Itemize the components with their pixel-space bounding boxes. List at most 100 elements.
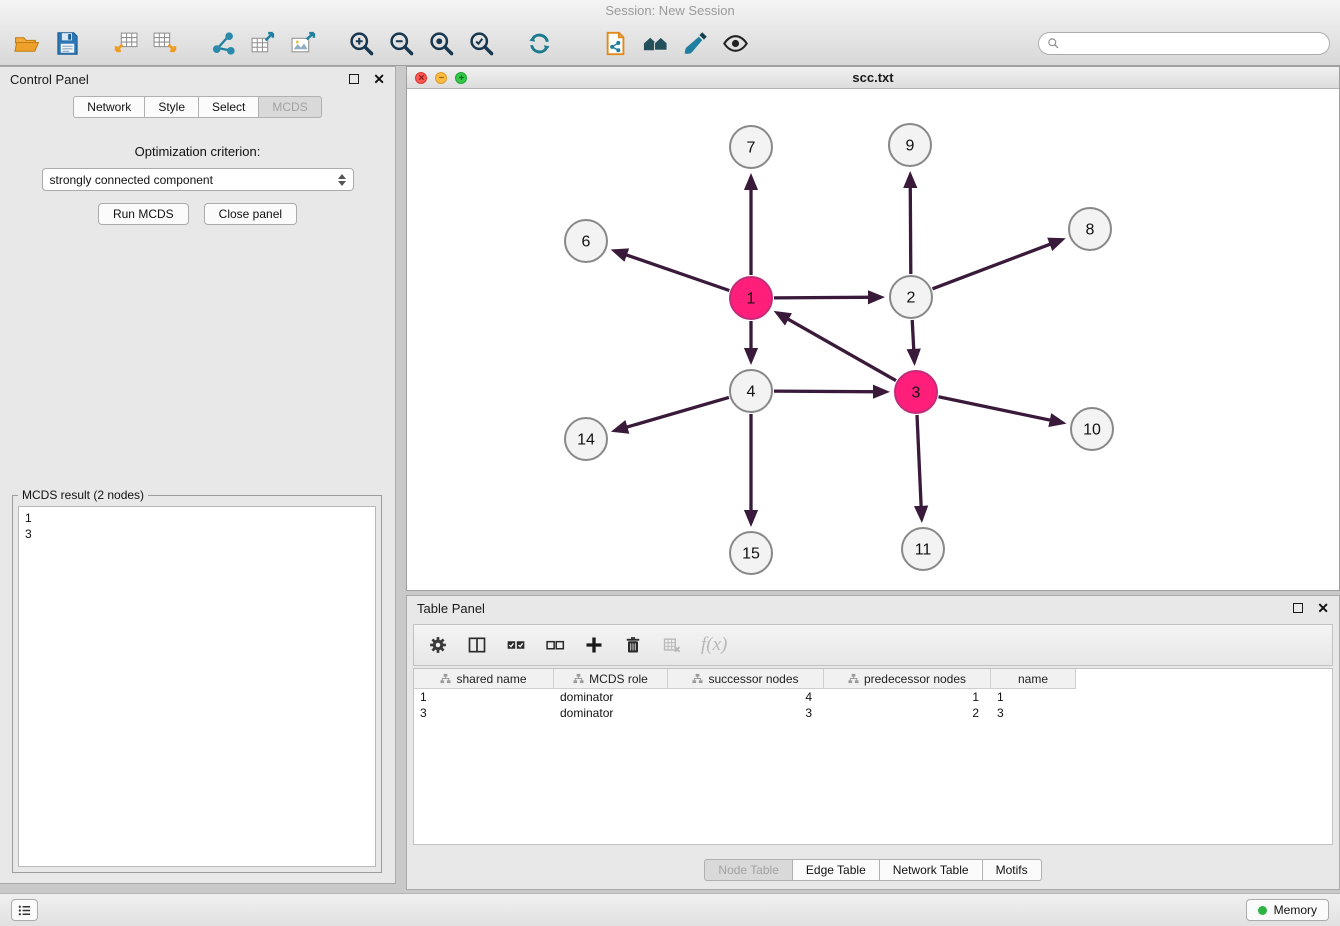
import-network-button[interactable] [108,24,142,62]
tab-motifs[interactable]: Motifs [982,859,1042,881]
cell-shared-name[interactable]: 1 [414,690,554,704]
column-header-label: MCDS role [589,672,648,686]
add-row-button[interactable] [584,635,604,655]
export-image-button[interactable] [286,24,320,62]
column-header-mcds-role[interactable]: MCDS role [554,669,668,689]
float-panel-icon[interactable] [349,74,359,84]
table-row[interactable]: 3 dominator 3 2 3 [414,705,1332,721]
zoom-fit-button[interactable] [424,24,458,62]
delete-columns-button[interactable] [662,635,682,655]
unselect-all-button[interactable] [545,635,565,655]
task-history-button[interactable] [11,899,38,921]
graph-edge-2-9[interactable] [910,175,911,274]
graph-node-4[interactable]: 4 [730,370,772,412]
table-panel-title: Table Panel [417,601,485,616]
criterion-dropdown[interactable]: strongly connected component [42,168,354,191]
network-table-button[interactable] [246,24,280,62]
graph-node-11[interactable]: 11 [902,528,944,570]
graph-node-1[interactable]: 1 [730,277,772,319]
column-header-successor-nodes[interactable]: successor nodes [668,669,824,689]
mcds-result-text: 1 3 [18,506,376,867]
tab-mcds[interactable]: MCDS [258,96,321,118]
graph-node-15[interactable]: 15 [730,532,772,574]
document-share-button[interactable] [598,24,632,62]
cell-successor-nodes[interactable]: 4 [668,690,824,704]
cell-predecessor-nodes[interactable]: 2 [824,706,991,720]
import-table-button[interactable] [148,24,182,62]
cell-name[interactable]: 1 [991,690,1076,704]
cell-predecessor-nodes[interactable]: 1 [824,690,991,704]
close-panel-icon[interactable]: ✕ [373,72,385,86]
graph-edge-1-6[interactable] [614,251,729,291]
close-panel-button[interactable]: Close panel [204,203,297,225]
close-window-icon[interactable] [415,72,427,84]
show-columns-button[interactable] [467,635,487,655]
select-all-button[interactable] [506,635,526,655]
cell-successor-nodes[interactable]: 3 [668,706,824,720]
save-session-button[interactable] [50,24,84,62]
criterion-selected-value: strongly connected component [50,173,338,187]
graph-node-10[interactable]: 10 [1071,408,1113,450]
svg-text:3: 3 [912,385,921,402]
zoom-selected-icon [468,30,495,57]
network-canvas[interactable]: 7 9 6 8 1 2 4 3 14 10 15 11 [407,89,1339,590]
minimize-window-icon[interactable] [435,72,447,84]
show-hide-button[interactable] [718,24,752,62]
open-session-button[interactable] [10,24,44,62]
document-share-icon [602,30,629,57]
zoom-in-button[interactable] [344,24,378,62]
run-mcds-button[interactable]: Run MCDS [98,203,189,225]
import-table-from-file-icon [152,30,179,57]
cell-shared-name[interactable]: 3 [414,706,554,720]
column-header-predecessor-nodes[interactable]: predecessor nodes [824,669,991,689]
tab-style[interactable]: Style [144,96,199,118]
cell-name[interactable]: 3 [991,706,1076,720]
table-settings-button[interactable] [428,635,448,655]
graph-edge-1-2[interactable] [774,297,881,298]
graph-edge-2-8[interactable] [933,240,1063,289]
graph-edge-3-11[interactable] [917,415,922,519]
graph-edge-4-14[interactable] [615,397,729,430]
delete-row-button[interactable] [623,635,643,655]
houses-icon [642,30,669,57]
graph-node-9[interactable]: 9 [889,124,931,166]
houses-button[interactable] [638,24,672,62]
maximize-window-icon[interactable] [455,72,467,84]
column-header-shared-name[interactable]: shared name [414,669,554,689]
graph-node-8[interactable]: 8 [1069,208,1111,250]
zoom-out-button[interactable] [384,24,418,62]
table-row[interactable]: 1 dominator 4 1 1 [414,689,1332,705]
graph-edge-3-10[interactable] [939,397,1063,423]
table-panel-header: Table Panel ✕ [407,596,1339,620]
memory-label: Memory [1274,903,1317,917]
refresh-layout-button[interactable] [522,24,556,62]
tab-network-table[interactable]: Network Table [879,859,983,881]
column-header-name[interactable]: name [991,669,1076,689]
tab-edge-table[interactable]: Edge Table [792,859,880,881]
save-icon [54,30,81,57]
graph-node-6[interactable]: 6 [565,220,607,262]
memory-button[interactable]: Memory [1246,899,1329,921]
zoom-selected-button[interactable] [464,24,498,62]
cell-mcds-role[interactable]: dominator [554,690,668,704]
svg-text:14: 14 [577,432,595,449]
new-network-button[interactable] [206,24,240,62]
graph-node-2[interactable]: 2 [890,276,932,318]
graph-node-7[interactable]: 7 [730,126,772,168]
style-brush-button[interactable] [678,24,712,62]
float-table-panel-icon[interactable] [1293,603,1303,613]
search-input[interactable] [1065,36,1321,50]
graph-edge-4-3[interactable] [774,391,886,392]
close-table-panel-icon[interactable]: ✕ [1317,601,1329,615]
graph-edge-2-3[interactable] [912,320,914,362]
import-network-from-file-icon [112,30,139,57]
cell-mcds-role[interactable]: dominator [554,706,668,720]
graph-node-14[interactable]: 14 [565,418,607,460]
function-builder-button[interactable]: f(x) [701,634,727,656]
tab-network[interactable]: Network [73,96,145,118]
graph-node-3[interactable]: 3 [895,371,937,413]
network-graph[interactable]: 7 9 6 8 1 2 4 3 14 10 15 11 [407,89,1339,590]
tab-select[interactable]: Select [198,96,259,118]
graph-edge-3-1[interactable] [777,313,896,381]
tab-node-table[interactable]: Node Table [704,859,793,881]
